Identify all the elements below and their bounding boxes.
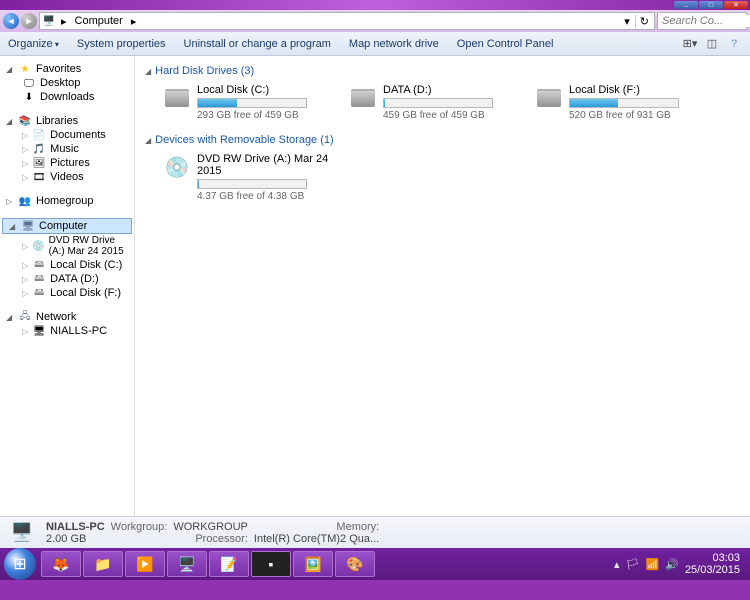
nav-local-c[interactable]: ▷🖴Local Disk (C:) (0, 258, 134, 272)
taskbar-explorer[interactable]: 📁 (83, 551, 123, 577)
drive-icon: 🖴 (32, 287, 46, 299)
drive-free-text: 4.37 GB free of 4.38 GB (197, 191, 333, 202)
drive-icon (163, 153, 191, 181)
taskbar-clock[interactable]: 03:03 25/03/2015 (685, 552, 740, 576)
drive-item[interactable]: DVD RW Drive (A:) Mar 24 2015 4.37 GB fre… (163, 153, 333, 202)
drive-name: DATA (D:) (383, 84, 519, 96)
nav-desktop[interactable]: 🖵Desktop (0, 76, 134, 90)
tray-network-icon[interactable]: 📶 (646, 558, 660, 571)
computer-icon: 🖥️ (8, 521, 36, 545)
system-properties-button[interactable]: System properties (77, 38, 166, 50)
nav-pictures[interactable]: ▷🖼Pictures (0, 156, 134, 170)
search-field[interactable] (662, 15, 750, 27)
category-hdd[interactable]: ◢Hard Disk Drives (3) (145, 62, 740, 80)
close-button[interactable]: ✕ (724, 1, 748, 9)
search-input[interactable]: 🔍 (657, 12, 747, 30)
computer-header[interactable]: ◢🖥Computer (2, 218, 132, 234)
nav-documents[interactable]: ▷📄Documents (0, 128, 134, 142)
details-name: NIALLS-PC (46, 521, 105, 533)
nav-network-pc[interactable]: ▷🖥NIALLS-PC (0, 324, 134, 338)
nav-data-d[interactable]: ▷🖴DATA (D:) (0, 272, 134, 286)
libraries-header[interactable]: ◢📚Libraries (0, 114, 134, 128)
details-pane: 🖥️ NIALLS-PC Workgroup: WORKGROUP Memory… (0, 516, 750, 548)
details-memory: 2.00 GB (46, 533, 105, 545)
drive-icon: 🖴 (32, 259, 46, 271)
start-button[interactable] (4, 548, 36, 580)
downloads-icon: ⬇ (22, 91, 36, 103)
control-panel-button[interactable]: Open Control Panel (457, 38, 554, 50)
taskbar-terminal[interactable]: ▪ (251, 551, 291, 577)
pictures-icon: 🖼 (32, 157, 46, 169)
titlebar: ﹘ □ ✕ (0, 0, 750, 10)
uninstall-button[interactable]: Uninstall or change a program (184, 38, 331, 50)
nav-dvd-drive[interactable]: ▷💿DVD RW Drive (A:) Mar 24 2015 (0, 234, 134, 258)
pc-icon: 🖥 (32, 325, 46, 337)
taskbar-app3[interactable]: 🖼️ (293, 551, 333, 577)
nav-music[interactable]: ▷🎵Music (0, 142, 134, 156)
category-removable[interactable]: ◢Devices with Removable Storage (1) (145, 131, 740, 149)
taskbar-app2[interactable]: 📝 (209, 551, 249, 577)
drive-free-text: 459 GB free of 459 GB (383, 110, 519, 121)
navigation-pane: ◢★Favorites 🖵Desktop ⬇Downloads ◢📚Librar… (0, 56, 135, 516)
preview-pane-icon[interactable]: ◫ (704, 36, 720, 52)
taskbar-firefox[interactable]: 🦊 (41, 551, 81, 577)
documents-icon: 📄 (32, 129, 46, 141)
star-icon: ★ (18, 63, 32, 75)
details-processor: Intel(R) Core(TM)2 Qua... (254, 533, 379, 545)
drive-name: DVD RW Drive (A:) Mar 24 2015 (197, 153, 333, 177)
taskbar-paint[interactable]: 🎨 (335, 551, 375, 577)
forward-button[interactable]: ► (21, 13, 37, 29)
drive-usage-bar (383, 98, 493, 108)
organize-menu[interactable]: Organize (8, 38, 59, 50)
network-header[interactable]: ◢🖧Network (0, 310, 134, 324)
desktop-icon: 🖵 (22, 77, 36, 89)
minimize-button[interactable]: ﹘ (674, 1, 698, 9)
dvd-icon: 💿 (32, 240, 44, 252)
drive-name: Local Disk (F:) (569, 84, 705, 96)
drive-usage-bar (197, 179, 307, 189)
drive-free-text: 293 GB free of 459 GB (197, 110, 333, 121)
drive-icon (163, 84, 191, 112)
details-workgroup: WORKGROUP (173, 521, 248, 533)
favorites-header[interactable]: ◢★Favorites (0, 62, 134, 76)
nav-downloads[interactable]: ⬇Downloads (0, 90, 134, 104)
music-icon: 🎵 (32, 143, 46, 155)
drive-name: Local Disk (C:) (197, 84, 333, 96)
drive-usage-bar (569, 98, 679, 108)
videos-icon: 🎞 (32, 171, 46, 183)
breadcrumb-item[interactable]: Computer (72, 15, 126, 27)
breadcrumb[interactable]: ▸ Computer ▸ ▾ ↻ (39, 12, 655, 30)
back-button[interactable]: ◄ (3, 13, 19, 29)
taskbar-media[interactable]: ▶️ (125, 551, 165, 577)
computer-icon (42, 15, 56, 27)
drive-item[interactable]: Local Disk (C:) 293 GB free of 459 GB (163, 84, 333, 121)
drive-icon: 🖴 (32, 273, 46, 285)
system-tray: ▴ 🏳 📶 🔊 03:03 25/03/2015 (614, 552, 746, 576)
nav-videos[interactable]: ▷🎞Videos (0, 170, 134, 184)
tray-flag-icon[interactable]: 🏳 (626, 558, 640, 571)
taskbar-app1[interactable]: 🖥️ (167, 551, 207, 577)
content-pane: ◢Hard Disk Drives (3) Local Disk (C:) 293… (135, 56, 750, 516)
maximize-button[interactable]: □ (699, 1, 723, 9)
libraries-icon: 📚 (18, 115, 32, 127)
toolbar: Organize System properties Uninstall or … (0, 32, 750, 56)
tray-show-hidden-icon[interactable]: ▴ (614, 558, 620, 571)
map-drive-button[interactable]: Map network drive (349, 38, 439, 50)
help-icon[interactable]: ? (726, 36, 742, 52)
view-options-icon[interactable]: ⊞▾ (682, 36, 698, 52)
drive-item[interactable]: Local Disk (F:) 520 GB free of 931 GB (535, 84, 705, 121)
drive-item[interactable]: DATA (D:) 459 GB free of 459 GB (349, 84, 519, 121)
homegroup-header[interactable]: ▷👥Homegroup (0, 194, 134, 208)
computer-icon: 🖥 (21, 220, 35, 232)
taskbar: 🦊 📁 ▶️ 🖥️ 📝 ▪ 🖼️ 🎨 ▴ 🏳 📶 🔊 03:03 25/03/2… (0, 548, 750, 580)
nav-local-f[interactable]: ▷🖴Local Disk (F:) (0, 286, 134, 300)
drive-icon (535, 84, 563, 112)
homegroup-icon: 👥 (18, 195, 32, 207)
tray-volume-icon[interactable]: 🔊 (665, 558, 679, 571)
drive-free-text: 520 GB free of 931 GB (569, 110, 705, 121)
drive-usage-bar (197, 98, 307, 108)
drive-icon (349, 84, 377, 112)
network-icon: 🖧 (18, 311, 32, 323)
address-bar: ◄ ► ▸ Computer ▸ ▾ ↻ 🔍 (0, 10, 750, 32)
